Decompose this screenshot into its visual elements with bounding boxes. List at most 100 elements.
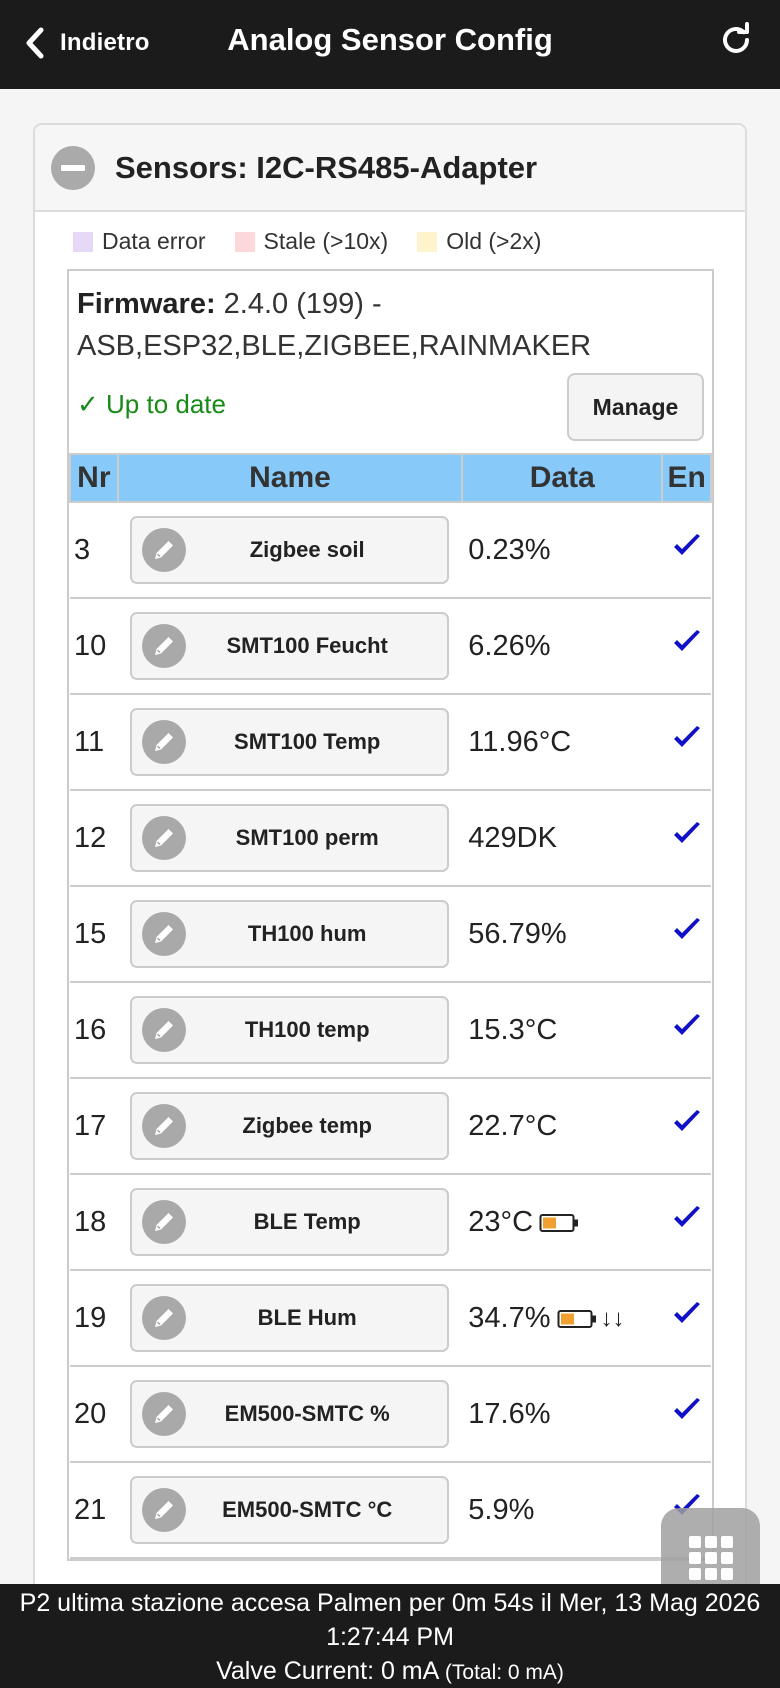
pencil-icon [154, 1405, 173, 1423]
legend-item-old: Old (>2x) [417, 228, 541, 255]
pencil-icon [154, 829, 173, 847]
pencil-icon [154, 541, 173, 559]
edit-icon [141, 1104, 186, 1148]
page-title: Analog Sensor Config [227, 22, 553, 57]
edit-sensor-button[interactable]: TH100 hum [129, 900, 449, 968]
sensor-data-cell: 34.7% ↓↓ [462, 1270, 663, 1367]
table-row: 3 Zigbee soil 0.23% [70, 502, 711, 599]
legend-swatch [234, 231, 255, 252]
sensor-data-cell: 15.3°C [462, 982, 663, 1079]
edit-sensor-button[interactable]: SMT100 Temp [129, 708, 449, 776]
edit-sensor-button[interactable]: Zigbee soil [129, 516, 449, 584]
sensor-value: 22.7°C [468, 1109, 558, 1142]
sensor-data-cell: 56.79% [462, 886, 663, 983]
sensor-enabled[interactable] [662, 1174, 711, 1271]
pencil-icon [154, 1309, 173, 1327]
legend-label: Data error [102, 228, 206, 254]
table-row: 10 SMT100 Feucht 6.26% [70, 598, 711, 695]
edit-sensor-button[interactable]: BLE Hum [129, 1284, 449, 1352]
legend-label: Stale (>10x) [263, 228, 389, 254]
firmware-version: 2.4.0 (199) - [223, 288, 382, 320]
check-icon [673, 1206, 700, 1227]
check-icon [673, 1398, 700, 1419]
sensor-enabled[interactable] [662, 1270, 711, 1367]
sensor-nr: 3 [70, 502, 118, 599]
legend-label: Old (>2x) [446, 228, 542, 254]
sensor-enabled[interactable] [662, 886, 711, 983]
sensor-data-cell: 6.26% [462, 598, 663, 695]
sensor-value: 23°C [468, 1205, 534, 1238]
sensor-enabled[interactable] [662, 1366, 711, 1463]
edit-sensor-button[interactable]: Zigbee temp [129, 1092, 449, 1160]
sensor-name-cell: SMT100 Temp [117, 694, 463, 791]
edit-sensor-button[interactable]: EM500-SMTC % [129, 1380, 449, 1448]
sensor-enabled[interactable] [662, 790, 711, 887]
sensor-nr: 16 [70, 982, 118, 1079]
check-icon [673, 726, 700, 747]
legend-item-stale: Stale (>10x) [234, 228, 389, 255]
sensor-enabled[interactable] [662, 502, 711, 599]
sensor-name-cell: SMT100 Feucht [117, 598, 463, 695]
table-row: 11 SMT100 Temp 11.96°C [70, 694, 711, 791]
refresh-button[interactable] [716, 20, 756, 60]
edit-sensor-button[interactable]: EM500-SMTC °C [129, 1476, 449, 1544]
valve-current: Valve Current: 0 mA (Total: 0 mA) [0, 1654, 780, 1688]
edit-icon [141, 1008, 186, 1052]
sensor-data-cell: 23°C [462, 1174, 663, 1271]
sensor-value: 5.9% [468, 1493, 535, 1526]
sensor-enabled[interactable] [662, 1078, 711, 1175]
sensor-value: 11.96°C [468, 725, 572, 758]
sensor-value: 17.6% [468, 1397, 551, 1430]
valve-current-total: (Total: 0 mA) [444, 1661, 564, 1684]
check-icon [673, 1110, 700, 1131]
table-row: 18 BLE Temp 23°C [70, 1174, 711, 1271]
check-icon [673, 822, 700, 843]
sensor-name-cell: BLE Hum [117, 1270, 463, 1367]
sensor-name-cell: SMT100 perm [117, 790, 463, 887]
sensor-nr: 21 [70, 1462, 118, 1559]
collapse-icon[interactable] [51, 145, 95, 190]
edit-sensor-button[interactable]: SMT100 perm [129, 804, 449, 872]
sensor-enabled[interactable] [662, 982, 711, 1079]
col-data[interactable]: Data [461, 453, 664, 503]
edit-icon [141, 1488, 186, 1532]
sensor-value: 15.3°C [468, 1013, 558, 1046]
edit-icon [141, 912, 186, 956]
sensor-name-cell: Zigbee temp [117, 1078, 463, 1175]
legend: Data error Stale (>10x) Old (>2x) [73, 228, 570, 255]
grid-menu-button[interactable] [661, 1508, 760, 1584]
manage-button[interactable]: Manage [567, 373, 704, 441]
edit-icon [141, 528, 186, 572]
sensor-value: 6.26% [468, 629, 551, 662]
col-nr[interactable]: Nr [69, 453, 119, 503]
firmware-label: Firmware: [77, 288, 216, 320]
check-icon [673, 630, 700, 651]
edit-sensor-button[interactable]: TH100 temp [129, 996, 449, 1064]
table-row: 16 TH100 temp 15.3°C [70, 982, 711, 1079]
sensor-nr: 19 [70, 1270, 118, 1367]
sensor-enabled[interactable] [662, 694, 711, 791]
sensor-value: 34.7% [468, 1301, 551, 1334]
sensor-value: 56.79% [468, 917, 567, 950]
col-name[interactable]: Name [116, 453, 464, 503]
edit-sensor-button[interactable]: SMT100 Feucht [129, 612, 449, 680]
legend-swatch [417, 231, 438, 252]
firmware-status: ✓ Up to date [77, 389, 226, 419]
table-header-row: Nr Name Data En [69, 453, 712, 503]
pencil-icon [154, 1213, 173, 1231]
sensor-enabled[interactable] [662, 598, 711, 695]
sensor-data-cell: 22.7°C [462, 1078, 663, 1175]
panel-header[interactable]: Sensors: I2C-RS485-Adapter [35, 125, 745, 212]
table-row: 21 EM500-SMTC °C 5.9% [70, 1462, 711, 1559]
panel-title: Sensors: I2C-RS485-Adapter [115, 149, 538, 185]
low-battery-icon [539, 1213, 579, 1232]
sensor-data-cell: 5.9% [462, 1462, 663, 1559]
check-icon [673, 1302, 700, 1323]
sensor-nr: 11 [70, 694, 118, 791]
edit-sensor-button[interactable]: BLE Temp [129, 1188, 449, 1256]
col-en[interactable]: En [661, 453, 712, 503]
table-row: 17 Zigbee temp 22.7°C [70, 1078, 711, 1175]
sensor-name-cell: TH100 hum [117, 886, 463, 983]
sensor-nr: 18 [70, 1174, 118, 1271]
pencil-icon [154, 925, 173, 943]
